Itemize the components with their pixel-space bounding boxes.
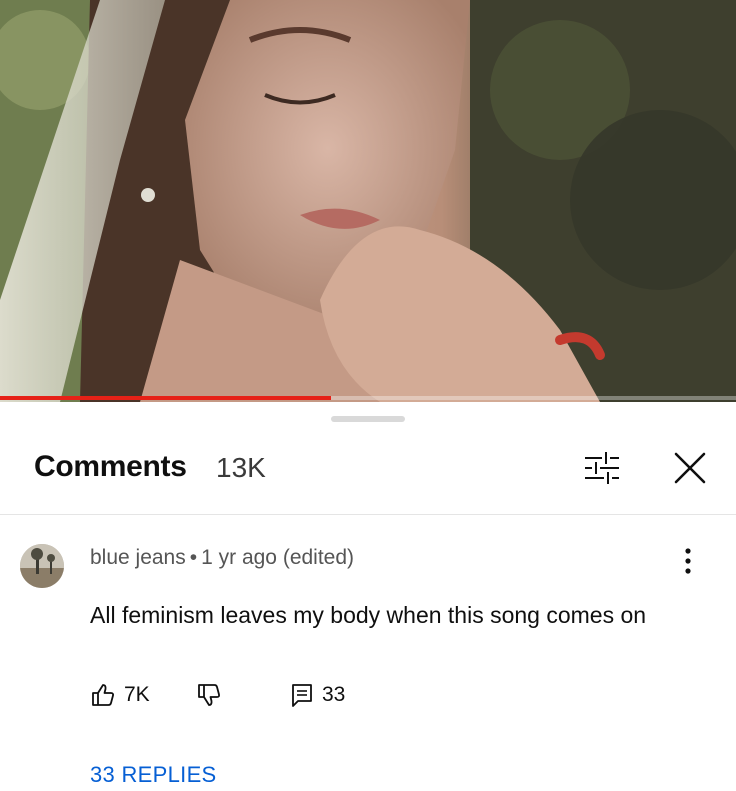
meta-separator: • xyxy=(189,546,198,569)
sort-filter-icon xyxy=(585,452,619,484)
comment-timestamp: 1 yr ago (edited) xyxy=(201,546,355,569)
thumbs-up-icon xyxy=(92,684,114,706)
reply-button[interactable]: 33 xyxy=(290,680,345,710)
sheet-drag-handle[interactable] xyxy=(331,416,405,422)
comment-item: blue jeans • 1 yr ago (edited) All feminis… xyxy=(0,532,736,791)
video-progress-fill xyxy=(0,396,332,400)
comment-more-button[interactable] xyxy=(676,544,700,578)
comment-reply-icon xyxy=(292,684,312,707)
close-icon xyxy=(674,452,706,484)
dislike-button[interactable] xyxy=(196,680,222,710)
avatar[interactable] xyxy=(20,544,64,588)
comment-author[interactable]: blue jeans xyxy=(90,546,186,569)
comments-header: Comments 13K xyxy=(0,446,736,496)
video-player[interactable] xyxy=(0,0,736,402)
comments-sheet: Comments 13K blue jeans • 1 yr ago (edit… xyxy=(0,402,736,791)
thumbs-down-icon xyxy=(198,684,220,706)
close-comments-button[interactable] xyxy=(668,446,712,490)
like-count: 7K xyxy=(124,683,150,706)
reply-count: 33 xyxy=(322,683,346,706)
more-vertical-icon xyxy=(685,548,691,574)
comment-meta: blue jeans • 1 yr ago (edited) xyxy=(90,546,354,570)
comment-text: All feminism leaves my body when this so… xyxy=(90,602,647,628)
comments-count: 13K xyxy=(216,452,266,483)
comment-actions: 7K 33 xyxy=(90,680,490,710)
sort-filter-button[interactable] xyxy=(580,446,624,490)
header-divider xyxy=(0,514,736,515)
video-progress-bar[interactable] xyxy=(0,396,736,400)
video-frame-image xyxy=(0,0,736,402)
avatar-image xyxy=(20,544,64,588)
like-button[interactable]: 7K xyxy=(90,680,150,710)
comments-title: Comments xyxy=(34,450,187,483)
view-replies-link[interactable]: 33 REPLIES xyxy=(90,762,217,788)
